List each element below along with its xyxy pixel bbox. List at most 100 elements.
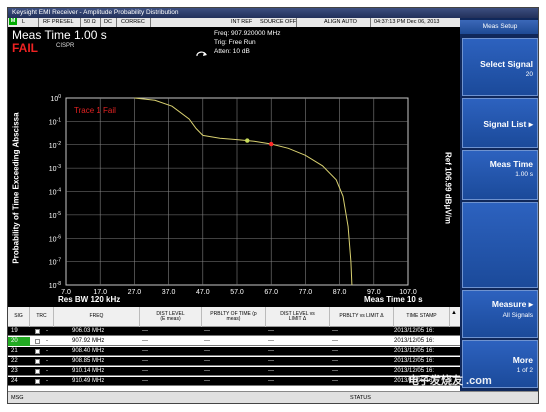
table-row[interactable]: 20 907.92 MHz --- --- --- --- 2013/12/05 16: - bbox=[8, 337, 460, 346]
x-tick-label: 67.0 bbox=[264, 289, 278, 296]
scroll-up-icon[interactable]: ▲ bbox=[450, 309, 458, 317]
cell-prob: --- bbox=[204, 368, 210, 374]
col-prblty[interactable]: PRBLTY OF TIME (p meas) bbox=[202, 307, 266, 327]
more-label: More bbox=[512, 355, 533, 365]
col-dist-vs-limit[interactable]: DIST LEVEL vs LIMIT Δ bbox=[266, 307, 330, 327]
measure-button[interactable]: Measure ▸ All Signals bbox=[462, 290, 538, 338]
cell-dvl: --- bbox=[268, 378, 274, 384]
status-item-int-ref: INT REF bbox=[231, 19, 253, 25]
y-tick-label: 10-5 bbox=[49, 211, 61, 220]
cell-dist: --- bbox=[142, 348, 148, 354]
status-item-l: L bbox=[22, 19, 26, 25]
separator bbox=[370, 18, 371, 27]
marker-point-green bbox=[245, 138, 250, 143]
trace-checkbox[interactable] bbox=[35, 339, 40, 344]
cell-sig: 21 bbox=[11, 348, 18, 354]
cell-dvl: --- bbox=[268, 338, 274, 344]
table-row[interactable]: 23 910.14 MHz --- --- --- --- 2013/12/05 16: - bbox=[8, 367, 460, 376]
select-signal-button[interactable]: Select Signal 20 bbox=[462, 38, 538, 96]
signal-list-label: Signal List ▸ bbox=[483, 119, 533, 129]
table-row[interactable]: 22 908.85 MHz --- --- --- --- 2013/12/05 16: - bbox=[8, 357, 460, 366]
blank-softkey[interactable] bbox=[462, 202, 538, 288]
cell-dist: --- bbox=[142, 378, 148, 384]
measurement-header: Meas Time 1.00 s FAIL CISPR Freq: 907.92… bbox=[8, 27, 460, 63]
cell-pvl: --- bbox=[332, 348, 338, 354]
cell-freq: 910.14 MHz bbox=[72, 368, 105, 374]
status-item-align: ALIGN AUTO bbox=[324, 19, 357, 25]
cell-sig: 19 bbox=[11, 328, 18, 334]
acquisition-info: Freq: 907.920000 MHz Trig: Free Run Atte… bbox=[214, 29, 280, 56]
y-tick-label: 10-4 bbox=[49, 188, 61, 197]
measure-value: All Signals bbox=[502, 312, 533, 319]
signal-list-button[interactable]: Signal List ▸ bbox=[462, 98, 538, 148]
select-signal-label: Select Signal bbox=[480, 59, 533, 69]
trace-checkbox[interactable] bbox=[35, 329, 40, 334]
cell-prob: --- bbox=[204, 328, 210, 334]
atten-readout: Atten: 10 dB bbox=[214, 48, 250, 55]
apd-chart[interactable]: 7.0 17.0 27.0 37.0 47.0 57.0 67.0 77.0 87.0 97.0 1… bbox=[8, 63, 460, 307]
msg-label: MSG bbox=[11, 395, 24, 401]
cell-ts: 2013/12/05 16: bbox=[394, 358, 435, 364]
cell-prob: --- bbox=[204, 358, 210, 364]
trig-readout: Trig: Free Run bbox=[214, 39, 256, 46]
cell-pvl: --- bbox=[332, 338, 338, 344]
col-sig[interactable]: SIG bbox=[8, 307, 30, 327]
separator bbox=[116, 18, 117, 27]
col-freq[interactable]: FREQ bbox=[54, 307, 140, 327]
res-bw-label: Res BW 120 kHz bbox=[58, 295, 121, 304]
y-axis-label: Probability of Time Exceeding Abscissa bbox=[11, 112, 21, 264]
cell-prob: --- bbox=[204, 338, 210, 344]
trace-status-label: Trace 1 Fail bbox=[74, 106, 116, 115]
separator bbox=[150, 18, 151, 27]
cell-ts: 2013/12/05 16: bbox=[394, 338, 435, 344]
softkey-menu-title: Meas Setup bbox=[460, 20, 538, 34]
table-row[interactable]: 19 906.03 MHz --- --- --- --- 2013/12/05 16: - bbox=[8, 327, 460, 336]
cell-pvl: --- bbox=[332, 328, 338, 334]
meas-time-button[interactable]: Meas Time 1.00 s bbox=[462, 150, 538, 200]
separator bbox=[296, 18, 297, 27]
col-trc[interactable]: TRC bbox=[30, 307, 54, 327]
trace-dash: - bbox=[46, 358, 48, 364]
trace-dash: - bbox=[46, 378, 48, 384]
trace-checkbox[interactable] bbox=[35, 349, 40, 354]
status-item-impedance: 50 Ω bbox=[84, 19, 96, 25]
cell-sig: 23 bbox=[11, 368, 18, 374]
select-signal-value: 20 bbox=[525, 71, 533, 78]
y-tick-label: 10-8 bbox=[49, 281, 61, 290]
plot-area: 7.0 17.0 27.0 37.0 47.0 57.0 67.0 77.0 87.0 97.0 1… bbox=[8, 63, 460, 307]
cell-freq: 906.03 MHz bbox=[72, 328, 105, 334]
y-tick-label: 100 bbox=[50, 94, 61, 103]
status-item-datetime: 04:37:13 PM Dec 06, 2013 bbox=[374, 19, 440, 25]
y-tick-label: 10-7 bbox=[49, 258, 61, 267]
x-tick-label: 77.0 bbox=[299, 289, 313, 296]
cell-ts: 2013/12/05 16: bbox=[394, 328, 435, 334]
x-tick-label: 37.0 bbox=[162, 289, 176, 296]
trace-checkbox[interactable] bbox=[35, 359, 40, 364]
trace-checkbox[interactable] bbox=[35, 369, 40, 374]
status-row: M L RF PRESEL 50 Ω DC CORREC INT REF SOU… bbox=[8, 18, 460, 27]
col-dist-level[interactable]: DIST LEVEL (E meas) bbox=[140, 307, 202, 327]
signal-table[interactable]: SIG TRC FREQ DIST LEVEL (E meas) PRBLTY O… bbox=[8, 307, 460, 391]
fail-indicator: FAIL bbox=[12, 41, 38, 55]
marker-point-red bbox=[269, 141, 274, 147]
trace-checkbox[interactable] bbox=[35, 379, 40, 384]
separator bbox=[100, 18, 101, 27]
status-item-rf-presel: RF PRESEL bbox=[43, 19, 74, 25]
y-tick-label: 10-6 bbox=[49, 234, 61, 243]
cell-pvl: --- bbox=[332, 358, 338, 364]
cell-freq: 908.85 MHz bbox=[72, 358, 105, 364]
col-time-stamp[interactable]: TIME STAMP bbox=[394, 307, 450, 327]
cell-prob: --- bbox=[204, 378, 210, 384]
cell-pvl: --- bbox=[332, 378, 338, 384]
y-tick-label: 10-1 bbox=[49, 117, 61, 126]
cell-ts: 2013/12/05 16: bbox=[394, 348, 435, 354]
bottom-status-bar: MSG STATUS bbox=[8, 391, 538, 403]
trace-dash: - bbox=[46, 328, 48, 334]
meas-time-title: Meas Time 1.00 s bbox=[12, 28, 107, 42]
table-row[interactable]: 24 910.49 MHz --- --- --- --- 2013/12/05 16: - bbox=[8, 377, 460, 386]
col-prblty-vs-limit[interactable]: PRBLTY vs LIMIT Δ bbox=[330, 307, 394, 327]
table-row[interactable]: 21 908.40 MHz --- --- --- --- 2013/12/05 16: - bbox=[8, 347, 460, 356]
cell-dist: --- bbox=[142, 328, 148, 334]
x-tick-label: 57.0 bbox=[230, 289, 244, 296]
cell-dist: --- bbox=[142, 338, 148, 344]
